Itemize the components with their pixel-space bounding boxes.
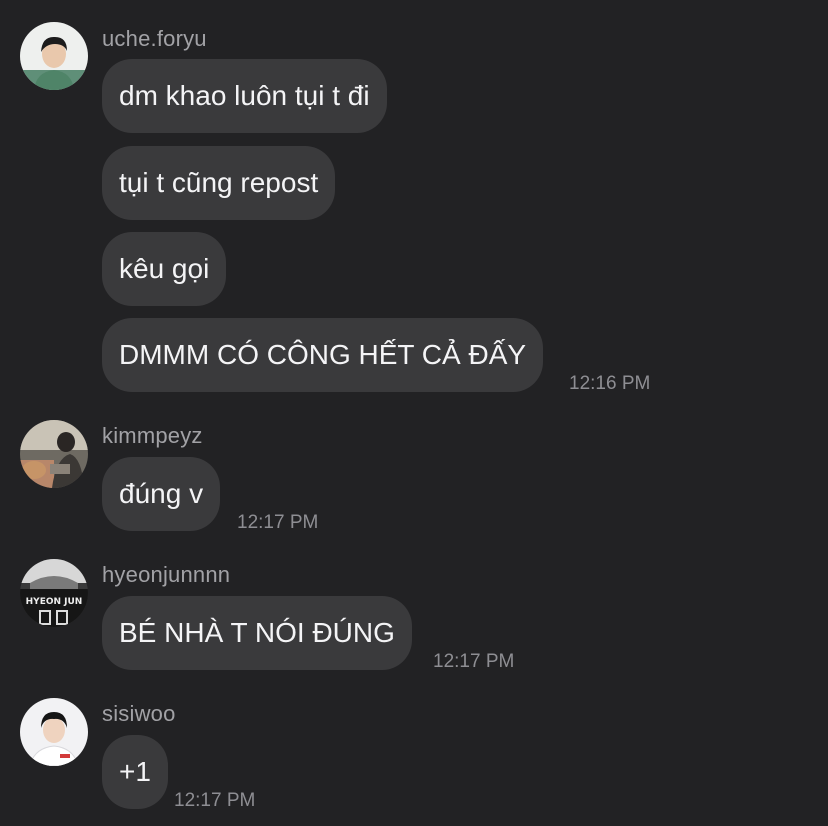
username-label[interactable]: uche.foryu [102, 26, 207, 52]
message-timestamp: 12:17 PM [237, 512, 319, 533]
avatar-sisiwoo[interactable] [20, 698, 88, 766]
avatar-hyeonjunnnn[interactable]: HYEON JUN [20, 559, 88, 627]
avatar-sisiwoo-icon [20, 698, 88, 766]
avatar-hyeonjunnnn-icon: HYEON JUN [20, 559, 88, 627]
message-bubble[interactable]: BÉ NHÀ T NÓI ĐÚNG [102, 596, 412, 670]
username-label[interactable]: sisiwoo [102, 701, 176, 727]
message-bubble[interactable]: +1 [102, 735, 168, 809]
avatar-uche[interactable] [20, 22, 88, 90]
username-label[interactable]: hyeonjunnnn [102, 562, 230, 588]
avatar-jersey-text: HYEON JUN [26, 597, 83, 607]
username-label[interactable]: kimmpeyz [102, 423, 203, 449]
avatar-kimmpeyz-icon [20, 420, 88, 488]
message-bubble[interactable]: kêu gọi [102, 232, 227, 306]
message-bubble[interactable]: DMMM CÓ CÔNG HẾT CẢ ĐẤY [102, 318, 544, 392]
message-bubble[interactable]: đúng v [102, 457, 221, 531]
message-timestamp: 12:17 PM [433, 651, 515, 672]
chat-thread: uche.foryu dm khao luôn tụi t đi tụi t c… [0, 0, 828, 826]
avatar-kimmpeyz[interactable] [20, 420, 88, 488]
message-bubble[interactable]: tụi t cũng repost [102, 146, 336, 220]
avatar-uche-icon [20, 22, 88, 90]
message-timestamp: 12:17 PM [174, 790, 256, 811]
message-bubble[interactable]: dm khao luôn tụi t đi [102, 59, 387, 133]
message-timestamp: 12:16 PM [569, 373, 651, 394]
